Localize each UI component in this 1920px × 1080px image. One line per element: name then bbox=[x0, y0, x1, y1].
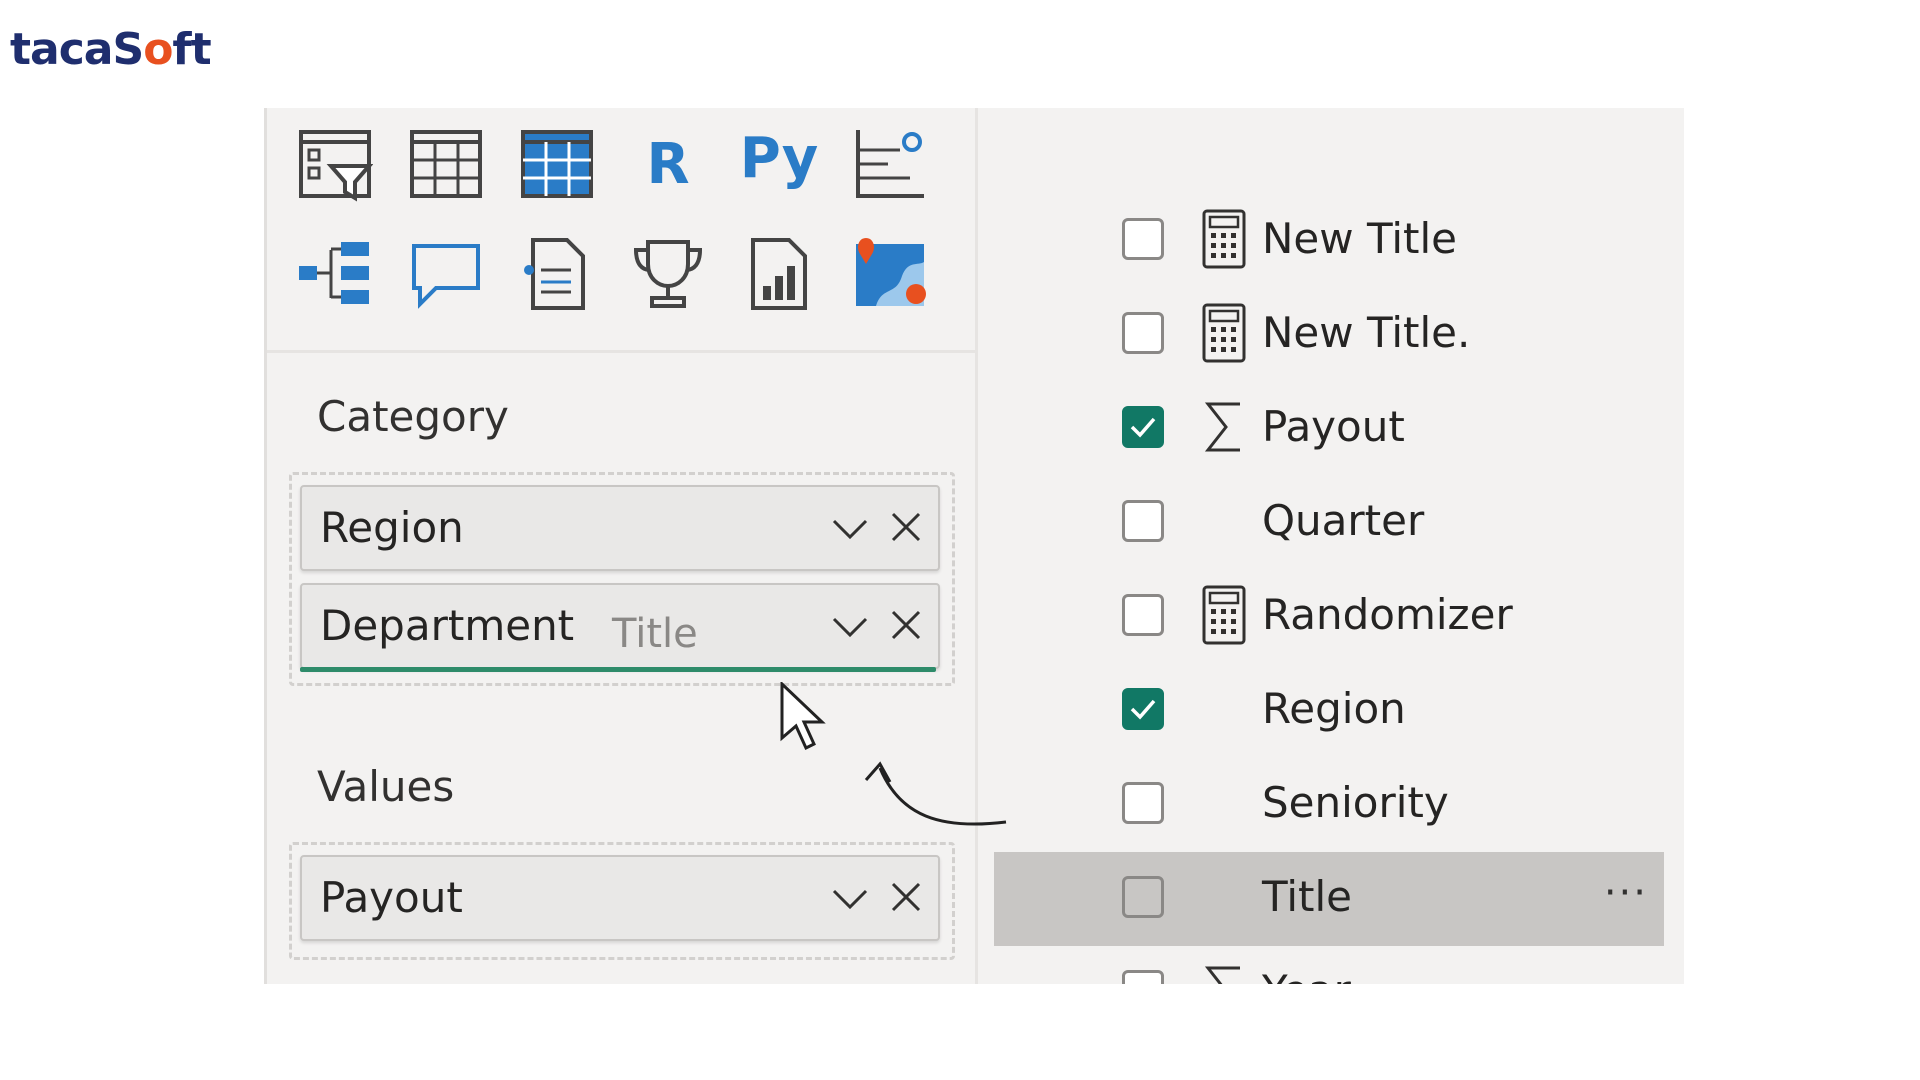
table-icon[interactable] bbox=[408, 126, 484, 202]
azure-map-icon[interactable] bbox=[852, 236, 928, 312]
field-label: Department bbox=[320, 601, 575, 650]
field-checkbox[interactable] bbox=[1122, 594, 1164, 636]
field-checkbox[interactable] bbox=[1122, 218, 1164, 260]
field-name: Title bbox=[1262, 872, 1353, 921]
field-label: Region bbox=[320, 503, 464, 552]
calculator-icon bbox=[1202, 303, 1246, 363]
r-visual-icon[interactable]: R bbox=[630, 126, 706, 202]
field-name: Quarter bbox=[1262, 496, 1425, 545]
field-item-payout[interactable]: Payout bbox=[994, 382, 1664, 476]
field-checkbox[interactable] bbox=[1122, 970, 1164, 984]
checkmark-icon bbox=[1130, 417, 1156, 438]
decomposition-tree-icon[interactable] bbox=[297, 236, 373, 312]
field-name: New Title bbox=[1262, 214, 1457, 263]
field-item-title[interactable]: Title ··· bbox=[994, 852, 1664, 946]
field-checkbox-checked[interactable] bbox=[1122, 688, 1164, 730]
chevron-down-icon[interactable] bbox=[830, 881, 870, 915]
field-name: Randomizer bbox=[1262, 590, 1513, 639]
field-item-year[interactable]: Year bbox=[994, 946, 1664, 984]
values-well-title: Values bbox=[317, 762, 455, 811]
field-checkbox[interactable] bbox=[1122, 500, 1164, 542]
more-options-icon[interactable]: ··· bbox=[1604, 870, 1648, 916]
category-well-title: Category bbox=[317, 392, 509, 441]
key-influencers-icon[interactable] bbox=[852, 126, 928, 202]
category-field-region[interactable]: Region bbox=[300, 485, 940, 571]
field-label: Payout bbox=[320, 873, 463, 922]
values-field-payout[interactable]: Payout bbox=[300, 855, 940, 941]
drag-arrow-icon bbox=[864, 761, 1007, 826]
field-item-new-title-dot[interactable]: New Title. bbox=[994, 288, 1664, 382]
matrix-icon[interactable] bbox=[519, 126, 595, 202]
python-visual-icon[interactable]: Py bbox=[740, 120, 819, 196]
smart-narrative-icon[interactable] bbox=[519, 236, 595, 312]
field-item-randomizer[interactable]: Randomizer bbox=[994, 570, 1664, 664]
gallery-divider bbox=[267, 350, 977, 353]
field-item-seniority[interactable]: Seniority bbox=[994, 758, 1664, 852]
field-item-region[interactable]: Region bbox=[994, 664, 1664, 758]
fields-list: New Title New Title. Payout Quarter Rand… bbox=[994, 108, 1684, 984]
slicer-icon[interactable] bbox=[297, 126, 373, 202]
drop-indicator bbox=[300, 667, 936, 672]
checkmark-icon bbox=[1130, 699, 1156, 720]
field-item-quarter[interactable]: Quarter bbox=[994, 476, 1664, 570]
field-name: Year bbox=[1262, 966, 1351, 984]
sigma-icon bbox=[1204, 402, 1240, 452]
chevron-down-icon[interactable] bbox=[830, 511, 870, 545]
chevron-down-icon[interactable] bbox=[830, 609, 870, 643]
goals-icon[interactable] bbox=[630, 236, 706, 312]
close-icon[interactable] bbox=[888, 607, 924, 643]
field-name: New Title. bbox=[1262, 308, 1471, 357]
field-name: Region bbox=[1262, 684, 1406, 733]
calculator-icon bbox=[1202, 209, 1246, 269]
field-checkbox[interactable] bbox=[1122, 876, 1164, 918]
category-field-department[interactable]: Department Title bbox=[300, 583, 940, 669]
qa-icon[interactable] bbox=[408, 236, 484, 312]
calculator-icon bbox=[1202, 585, 1246, 645]
mouse-cursor-icon bbox=[780, 682, 826, 751]
drag-ghost-label: Title bbox=[612, 611, 698, 657]
field-checkbox[interactable] bbox=[1122, 782, 1164, 824]
sigma-icon bbox=[1204, 966, 1240, 984]
field-checkbox[interactable] bbox=[1122, 312, 1164, 354]
category-well[interactable]: Region Department Title bbox=[289, 472, 955, 686]
close-icon[interactable] bbox=[888, 879, 924, 915]
field-name: Seniority bbox=[1262, 778, 1449, 827]
close-icon[interactable] bbox=[888, 509, 924, 545]
visual-gallery: R Py bbox=[297, 126, 937, 376]
field-checkbox-checked[interactable] bbox=[1122, 406, 1164, 448]
field-name: Payout bbox=[1262, 402, 1405, 451]
field-item-new-title[interactable]: New Title bbox=[994, 194, 1664, 288]
paginated-report-icon[interactable] bbox=[741, 236, 817, 312]
brand-logo: tacaSoft bbox=[10, 24, 212, 75]
